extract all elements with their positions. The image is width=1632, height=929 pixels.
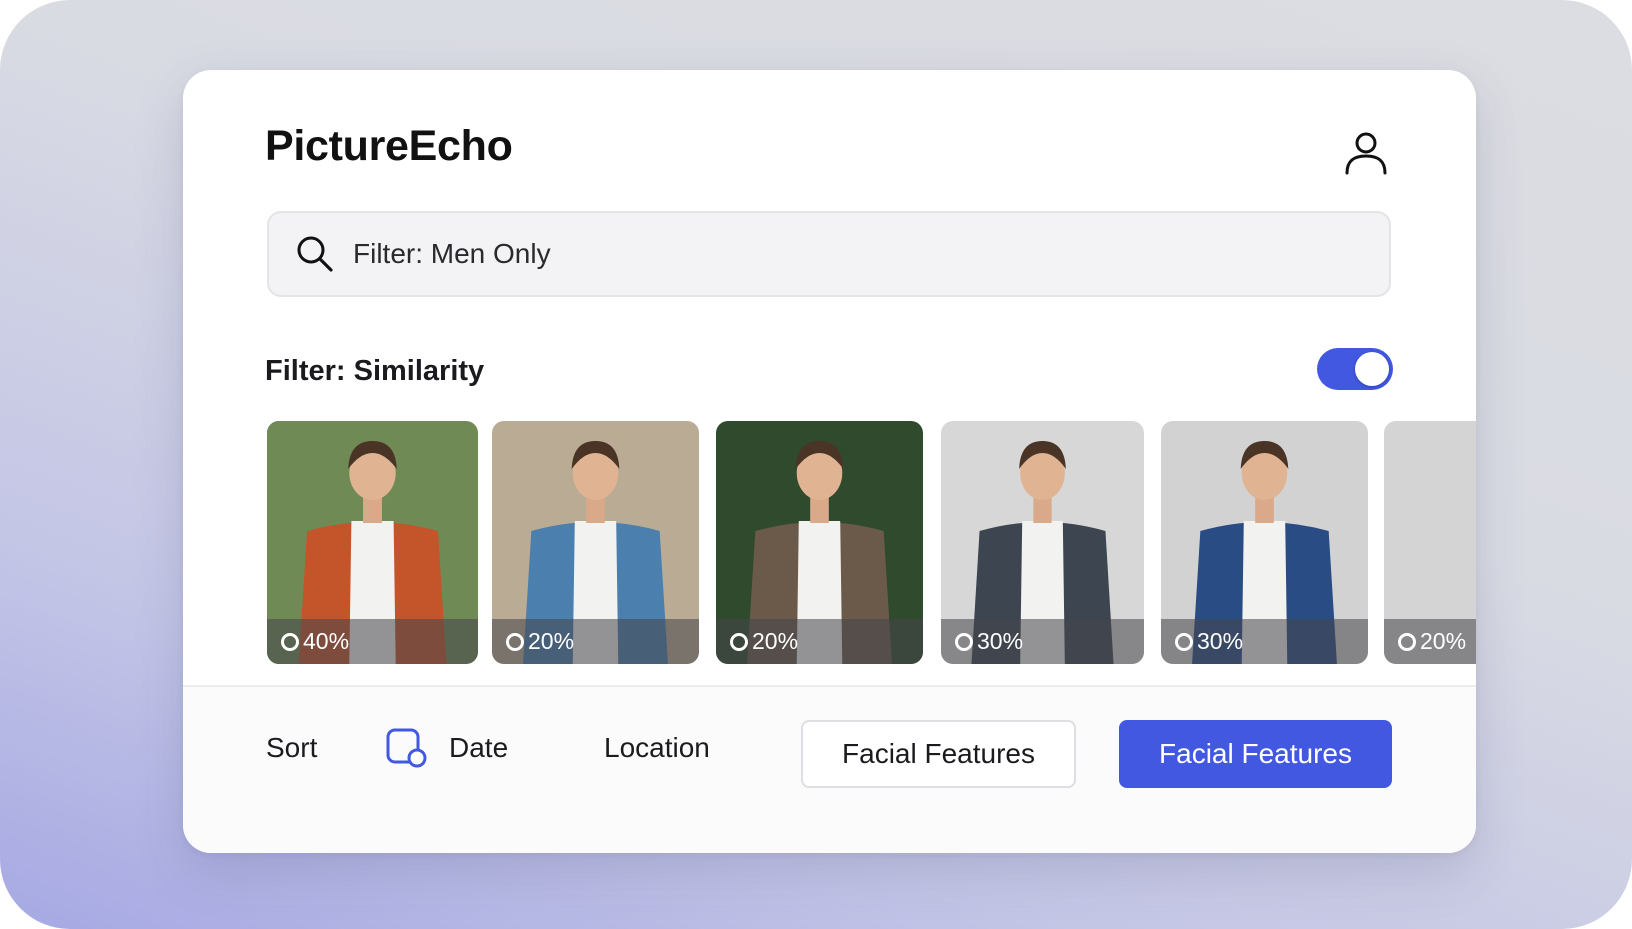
facial-features-primary-button[interactable]: Facial Features bbox=[1119, 720, 1392, 788]
photo-thumbnail[interactable]: 30% bbox=[941, 421, 1144, 664]
similarity-score: 20% bbox=[1420, 628, 1467, 654]
similarity-score: 30% bbox=[977, 628, 1024, 654]
similarity-score-overlay: 20% bbox=[492, 619, 699, 664]
similarity-score-overlay: 30% bbox=[1161, 619, 1368, 664]
similarity-toggle[interactable] bbox=[1317, 348, 1393, 390]
user-icon bbox=[1345, 132, 1387, 175]
sort-label: Sort bbox=[266, 732, 318, 763]
backdrop: PictureEcho Filter: Similarity 40% 20% 20%… bbox=[0, 0, 1632, 929]
calendar-clock-icon bbox=[386, 728, 427, 768]
score-ring-icon bbox=[506, 632, 524, 651]
profile-button[interactable] bbox=[1338, 125, 1394, 181]
photo-thumbnail[interactable]: 20% bbox=[492, 421, 699, 664]
search-input[interactable] bbox=[351, 223, 1389, 285]
similarity-score: 20% bbox=[528, 628, 575, 654]
score-ring-icon bbox=[730, 632, 748, 651]
sort-location-label: Location bbox=[604, 732, 710, 763]
similarity-score-overlay: 20% bbox=[1384, 619, 1476, 664]
photo-thumbnail[interactable]: 40% bbox=[267, 421, 478, 664]
score-ring-icon bbox=[1175, 632, 1193, 651]
sort-location-option[interactable]: Location bbox=[604, 732, 710, 764]
sort-date-option[interactable]: Date bbox=[385, 720, 508, 776]
similarity-score-overlay: 20% bbox=[716, 619, 923, 664]
toggle-knob bbox=[1355, 352, 1389, 386]
score-ring-icon bbox=[1398, 632, 1416, 651]
score-ring-icon bbox=[281, 632, 299, 651]
facial-features-outline-button[interactable]: Facial Features bbox=[801, 720, 1076, 788]
similarity-score-overlay: 30% bbox=[941, 619, 1144, 664]
similarity-score: 30% bbox=[1197, 628, 1244, 654]
search-icon bbox=[293, 232, 337, 276]
similarity-score: 20% bbox=[752, 628, 799, 654]
photo-thumbnail[interactable]: 30% bbox=[1161, 421, 1368, 664]
score-ring-icon bbox=[955, 632, 973, 651]
photo-thumbnail[interactable]: 20% bbox=[716, 421, 923, 664]
similarity-filter-label: Filter: Similarity bbox=[265, 355, 485, 387]
similarity-score: 40% bbox=[303, 628, 350, 654]
sort-bar: Sort Date Location Facial Features Facia… bbox=[183, 687, 1476, 853]
search-bar[interactable] bbox=[267, 211, 1391, 297]
app-window: PictureEcho Filter: Similarity 40% 20% 20%… bbox=[183, 70, 1476, 853]
app-title: PictureEcho bbox=[265, 122, 513, 170]
similarity-score-overlay: 40% bbox=[267, 619, 478, 664]
thumbnail-strip: 40% 20% 20% 30% 30% 20% bbox=[267, 421, 1476, 666]
photo-thumbnail[interactable]: 20% bbox=[1384, 421, 1476, 664]
sort-date-label: Date bbox=[449, 732, 509, 763]
